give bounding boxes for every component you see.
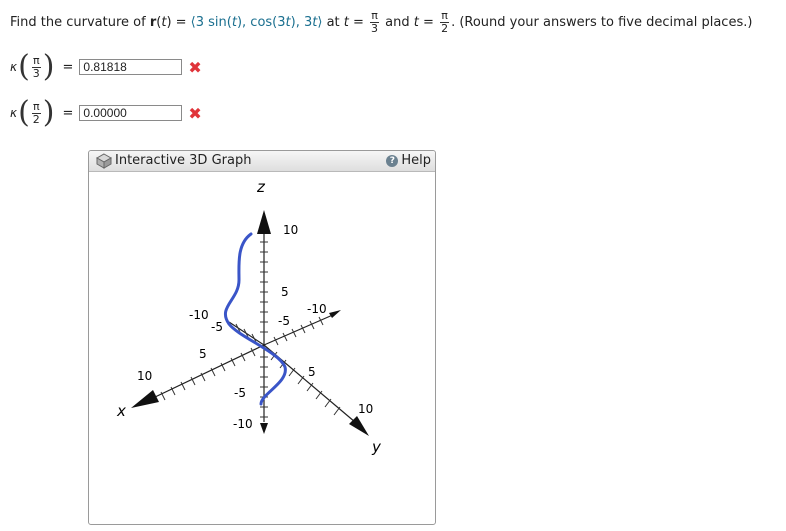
help-icon: ? [386,155,399,167]
question-text: Find the curvature of r(t) = ⟨3 sin(t), … [10,9,753,35]
panel-title: Interactive 3D Graph [115,153,252,168]
z-axis-label: z [256,178,266,196]
x-axis-label: x [116,402,126,420]
y-axis-negative [263,313,336,346]
y-axis-label: y [371,438,382,456]
y-tick-label: 5 [308,365,316,379]
z-axis-arrow [257,210,271,234]
x-axis [152,344,265,399]
y-tick-label: -5 [278,314,290,328]
space-curve [224,232,287,406]
curvature-answer-input-1[interactable]: 0.81818 [79,59,183,75]
x-mark-icon: ✖ [188,103,202,123]
x-tick-label: -5 [211,320,223,334]
x-mark-icon: ✖ [188,57,202,77]
x-tick-label: 10 [137,369,152,383]
y-axis-ticks [270,316,341,416]
answer-row-1: κ ( π3 ) = 0.81818 ✖ [10,49,202,84]
y-tick-label: 10 [358,402,373,416]
fraction-pi-over-2: π2 [31,99,41,126]
fraction-pi-over-3: π3 [370,9,380,35]
z-tick-label: -10 [233,417,253,431]
x-axis-arrow [131,390,159,408]
x-tick-label: -10 [189,308,209,322]
x-tick-label: 5 [199,347,207,361]
panel-header: Interactive 3D Graph ? Help [89,151,435,172]
y-tick-label: -10 [307,302,327,316]
z-tick-label: -5 [234,386,246,400]
z-axis-neg-arrow [260,423,268,434]
3d-cube-icon [95,153,113,169]
fraction-pi-over-3: π3 [31,53,41,80]
help-button[interactable]: ? Help [386,153,431,168]
3d-graph-canvas[interactable]: z x y 10 5 -5 -10 10 5 -5 -10 -10 -5 5 1… [89,172,435,524]
z-tick-label: 10 [283,223,298,237]
fraction-pi-over-2: π2 [440,9,450,35]
interactive-3d-graph-panel: Interactive 3D Graph ? Help z x y 10 5 -… [88,150,436,525]
z-tick-label: 5 [281,285,289,299]
curvature-answer-input-2[interactable]: 0.00000 [79,105,183,121]
y-axis-neg-arrow [329,310,341,318]
answer-row-2: κ ( π2 ) = 0.00000 ✖ [10,95,202,130]
